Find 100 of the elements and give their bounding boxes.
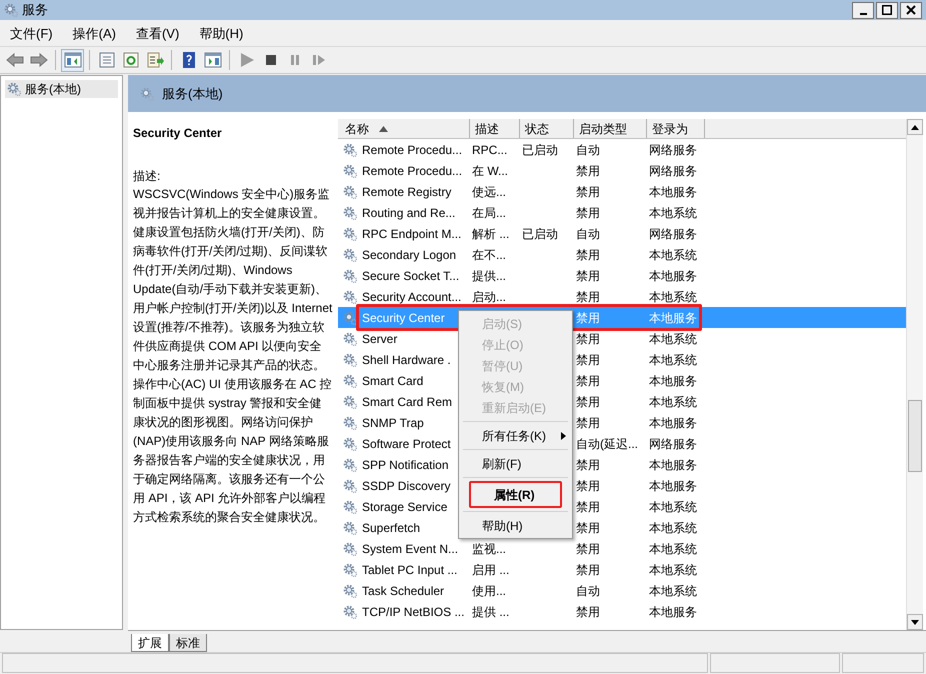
services-icon — [4, 3, 18, 17]
gear-icon — [343, 562, 357, 576]
table-cell[interactable]: Task Scheduler — [362, 584, 444, 598]
table-cell: 禁用 — [576, 206, 600, 220]
table-cell[interactable]: Smart Card Rem — [362, 394, 452, 408]
table-cell: 本地系统 — [649, 562, 697, 576]
table-cell: 禁用 — [576, 394, 600, 408]
description-text: WSCSVC(Windows 安全中心)服务监视并报告计算机上的安全健康设置。健康设置包括防火墙(打开/关闭)、防病毒软件(打开/关闭/过期)、反间谍软件(打开/关闭/过期)、Windows Update(自动/手动下载并安装更新)、用户帐户控制(打开/关闭)以及 Internet 设置(推荐/不推荐)。该服务为独立软件供应商提供 COM API 以便向安全中心服务注册并记录其产品的状态。操作中心(AC) UI 使用该服务在 AC 控制面板中提供 systray 警报和安全健康状况的图形视图。网络访问保护(NAP)使用该服务向 NAP 网络策略服务器报告客户端的安全健康状况，用于确定网络隔离。该服务还有一个公用 API，该 API 允许外部客户以编程方式检索系统的聚合安全健康状况。 — [133, 186, 333, 526]
table-cell: 禁用 — [576, 604, 600, 618]
maximize-button[interactable] — [876, 2, 898, 18]
table-cell[interactable]: RPC Endpoint M... — [362, 226, 462, 240]
table-cell: 禁用 — [576, 184, 600, 198]
scroll-thumb[interactable] — [908, 400, 922, 472]
action-pane-icon — [204, 52, 222, 68]
gear-icon — [343, 500, 357, 514]
table-cell: 本地服务 — [649, 184, 697, 198]
table-cell: 本地系统 — [649, 542, 697, 556]
console-tree-icon — [64, 52, 82, 68]
table-cell[interactable]: Routing and Re... — [362, 206, 456, 220]
table-cell: RPC... — [472, 142, 508, 156]
table-cell[interactable]: Server — [362, 332, 398, 346]
menu-item[interactable]: 所有任务(K) — [459, 425, 572, 446]
table-cell: 本地系统 — [649, 332, 697, 346]
table-cell: 本地服务 — [649, 268, 697, 282]
table-cell: 本地服务 — [649, 310, 697, 324]
table-cell: 本地服务 — [649, 374, 697, 388]
table-cell: 禁用 — [576, 542, 600, 556]
table-cell[interactable]: SSDP Discovery — [362, 478, 450, 492]
column-header[interactable]: 状态 — [520, 119, 574, 138]
view-tab[interactable]: 标准 — [169, 634, 207, 652]
gear-icon — [343, 290, 357, 304]
maximize-icon — [882, 5, 892, 15]
table-cell[interactable]: Secondary Logon — [362, 248, 456, 262]
menu-item[interactable]: 帮助(H) — [193, 24, 250, 44]
table-cell[interactable]: Secure Socket T... — [362, 268, 460, 282]
table-cell: 本地系统 — [649, 394, 697, 408]
table-cell: 网络服务 — [649, 436, 697, 450]
table-cell[interactable]: Storage Service — [362, 500, 448, 514]
table-cell: 启用 ... — [472, 562, 510, 576]
table-cell[interactable]: SNMP Trap — [362, 416, 424, 430]
menu-item[interactable]: 刷新(F) — [459, 453, 572, 474]
table-cell: 在不... — [472, 248, 506, 262]
table-cell: 禁用 — [576, 562, 600, 576]
column-header[interactable]: 描述 — [470, 119, 520, 138]
table-cell[interactable]: Smart Card — [362, 374, 424, 388]
table-cell[interactable]: Tablet PC Input ... — [362, 562, 458, 576]
menu-item[interactable]: 操作(A) — [66, 24, 122, 44]
view-tab[interactable]: 扩展 — [131, 634, 169, 652]
table-cell: 自动 — [576, 584, 600, 598]
gear-icon — [343, 248, 357, 262]
table-cell[interactable]: System Event N... — [362, 542, 458, 556]
table-cell: 禁用 — [576, 268, 600, 282]
table-cell: 禁用 — [576, 310, 600, 324]
gear-icon — [343, 542, 357, 556]
menu-item[interactable]: 文件(F) — [4, 24, 59, 44]
table-cell[interactable]: Security Account... — [362, 290, 462, 304]
submenu-arrow-icon — [561, 432, 566, 440]
table-cell: 已启动 — [522, 142, 558, 156]
table-cell[interactable]: SPP Notification — [362, 458, 448, 472]
table-cell: 本地系统 — [649, 352, 697, 366]
gear-icon — [343, 374, 357, 388]
gear-icon — [343, 142, 357, 156]
tree-item[interactable]: 服务(本地) — [5, 80, 118, 98]
menu-item[interactable]: 属性(R) — [469, 481, 562, 508]
table-cell[interactable]: Remote Procedu... — [362, 164, 462, 178]
table-cell: 网络服务 — [649, 142, 697, 156]
table-cell: 禁用 — [576, 164, 600, 178]
column-header[interactable]: 登录为 — [647, 119, 705, 138]
gear-icon — [343, 436, 357, 450]
table-cell: 解析 ... — [472, 226, 510, 240]
export-list-icon — [146, 52, 164, 68]
table-cell: 已启动 — [522, 226, 558, 240]
gear-icon — [343, 332, 357, 346]
table-cell[interactable]: Remote Procedu... — [362, 142, 462, 156]
table-cell[interactable]: TCP/IP NetBIOS ... — [362, 604, 464, 618]
table-cell: 本地系统 — [649, 248, 697, 262]
console-tree-button[interactable] — [61, 48, 84, 72]
menu-item[interactable]: 帮助(H) — [459, 515, 572, 536]
menu-item[interactable]: 查看(V) — [130, 24, 186, 44]
forward-icon — [30, 52, 48, 68]
table-cell: 启动... — [472, 290, 506, 304]
table-cell[interactable]: Shell Hardware . — [362, 352, 451, 366]
minimize-icon — [860, 12, 866, 14]
table-cell[interactable]: Superfetch — [362, 520, 420, 534]
minimize-button[interactable] — [852, 2, 874, 18]
close-button[interactable] — [900, 2, 922, 18]
table-cell: 本地系统 — [649, 290, 697, 304]
table-cell: 使用... — [472, 584, 506, 598]
table-cell: 监视... — [472, 542, 506, 556]
properties-icon — [98, 52, 116, 68]
gear-icon — [343, 184, 357, 198]
column-header[interactable]: 启动类型 — [574, 119, 647, 138]
table-cell: 禁用 — [576, 478, 600, 492]
table-cell: 网络服务 — [649, 226, 697, 240]
gear-icon — [343, 520, 357, 534]
table-cell[interactable]: Software Protect — [362, 436, 451, 450]
table-cell: 自动 — [576, 142, 600, 156]
column-header[interactable]: 名称 — [340, 119, 470, 138]
scroll-down-icon — [911, 620, 919, 624]
table-cell[interactable]: Remote Registry — [362, 184, 452, 198]
